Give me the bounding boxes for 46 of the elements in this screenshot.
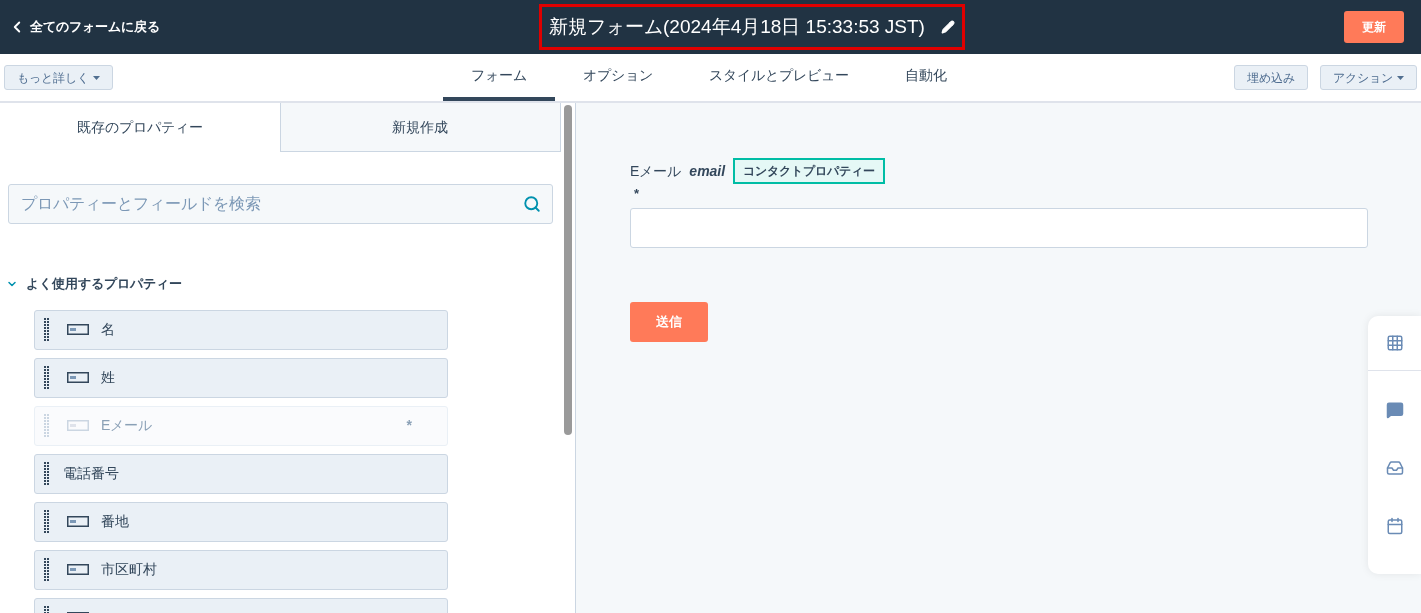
nav-tab[interactable]: スタイルとプレビュー: [680, 54, 877, 101]
actions-button[interactable]: アクション: [1320, 65, 1417, 90]
nav-tab[interactable]: 自動化: [876, 54, 975, 101]
field-label: Eメール: [630, 161, 682, 181]
group-header[interactable]: よく使用するプロパティー: [0, 274, 561, 294]
property-item[interactable]: 電話番号: [34, 453, 448, 494]
nav-tab[interactable]: オプション: [554, 54, 681, 101]
email-input[interactable]: [630, 207, 1368, 248]
property-label: 市区町村: [101, 560, 158, 579]
drag-handle-icon[interactable]: [44, 461, 49, 486]
property-label: 姓: [101, 368, 116, 387]
property-item[interactable]: 番地: [34, 501, 448, 542]
drag-handle-icon[interactable]: [44, 365, 49, 390]
back-link[interactable]: 全てのフォームに戻る: [8, 17, 160, 37]
required-mark: *: [634, 185, 641, 203]
required-mark: *: [406, 416, 412, 435]
chat-icon[interactable]: [1385, 401, 1404, 419]
search-icon: [523, 195, 541, 213]
property-tag: コンタクトプロパティー: [733, 158, 886, 184]
field-internal-name: email: [689, 161, 726, 181]
drag-handle-icon[interactable]: [44, 317, 49, 342]
property-label: 番地: [101, 512, 130, 531]
text-field-icon: [67, 420, 89, 431]
form-title: 新規フォーム(2024年4月18日 15:33:53 JST): [549, 14, 925, 39]
apps-grid-icon[interactable]: [1385, 334, 1404, 352]
more-button[interactable]: もっと詳しく: [4, 65, 113, 90]
property-label: Eメール: [101, 416, 154, 435]
text-field-icon: [67, 372, 89, 383]
property-label: 名: [101, 320, 116, 339]
edit-pencil-icon[interactable]: [940, 20, 955, 34]
inbox-icon[interactable]: [1385, 459, 1404, 477]
property-label: 電話番号: [63, 464, 120, 483]
text-field-icon: [67, 564, 89, 575]
text-field-icon: [67, 324, 89, 335]
caret-icon: [1397, 75, 1404, 80]
text-field-icon: [67, 516, 89, 527]
property-item[interactable]: 市区町村: [34, 549, 448, 590]
drag-handle-icon[interactable]: [44, 509, 49, 534]
embed-button[interactable]: 埋め込み: [1234, 65, 1308, 90]
sidebar-tab[interactable]: 新規作成: [280, 103, 561, 152]
calendar-icon[interactable]: [1385, 517, 1404, 535]
property-item[interactable]: 姓: [34, 357, 448, 398]
search-field[interactable]: プロパティーとフィールドを検索: [8, 184, 553, 224]
property-item[interactable]: 名: [34, 309, 448, 350]
drag-handle-icon[interactable]: [44, 557, 49, 582]
caret-icon: [93, 75, 100, 80]
